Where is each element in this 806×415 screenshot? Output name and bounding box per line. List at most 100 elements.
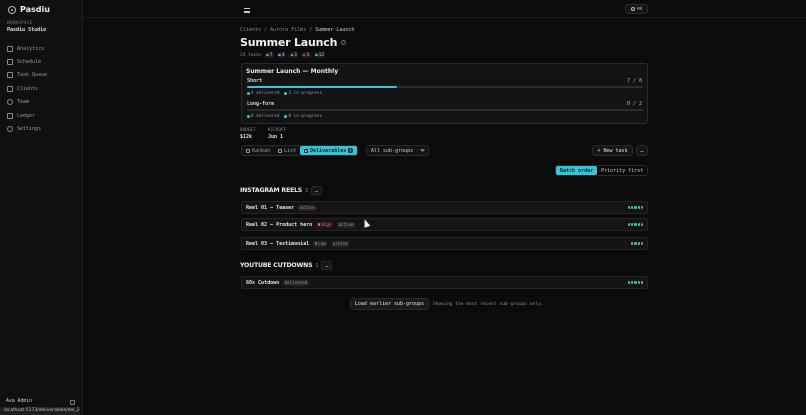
task-row[interactable]: Reel 03 — Testimonial Low active: [241, 237, 648, 250]
progress-dot: [637, 206, 640, 209]
group-count: 1: [315, 262, 319, 269]
priority-dot: [317, 223, 321, 226]
chevron-down-icon: [420, 147, 425, 152]
progress-bar: [247, 86, 643, 88]
task-name: Reel 01 — Teaser: [246, 204, 295, 211]
progress-dots: [628, 223, 643, 226]
task-stats: 24 tasks 7 4 3 3 12: [240, 52, 326, 58]
group-header: YOUTUBE CUTDOWNS 1 …: [240, 261, 333, 270]
sidebar-nav: Analytics Schedule Task Queue Clients Te…: [7, 42, 47, 136]
status-tag: active: [298, 204, 317, 211]
sidebar-item-analytics[interactable]: Analytics: [7, 42, 47, 55]
tab-deliverables[interactable]: Deliverables 4: [300, 146, 357, 155]
load-earlier-button[interactable]: Load earlier sub-groups: [350, 298, 429, 310]
progress-dot: [634, 242, 637, 245]
status-tag: active: [336, 221, 355, 228]
menu-icon[interactable]: [244, 8, 250, 13]
delivered-text: 4 delivered: [251, 91, 280, 96]
page-title: Summer Launch: [240, 36, 338, 49]
status-chip: 7: [264, 52, 274, 58]
list-icon: [278, 148, 283, 153]
search-button[interactable]: ⌘K: [625, 4, 648, 14]
breadcrumb-separator: /: [264, 27, 268, 33]
sidebar-item-label: Clients: [17, 85, 39, 92]
sidebar-item-team[interactable]: Team: [7, 96, 47, 109]
sort-batch-order[interactable]: Batch order: [556, 166, 598, 175]
tab-list[interactable]: List: [274, 146, 300, 155]
task-row[interactable]: Reel 01 — Teaser active: [241, 201, 648, 214]
sidebar-item-settings[interactable]: Settings: [7, 122, 47, 135]
kickoff-value: Jun 1: [268, 134, 284, 140]
delivered-dot: [247, 92, 250, 95]
in-progress-dot: [284, 115, 287, 118]
progress-card: Summer Launch — Monthly Short 7 / 8 4 de…: [241, 63, 648, 124]
sidebar-item-label: Analytics: [17, 45, 45, 52]
group-count: 3: [305, 187, 309, 194]
tab-kanban[interactable]: Kanban: [242, 146, 274, 155]
subgroup-select[interactable]: All sub-groups: [366, 145, 429, 156]
breadcrumb-client[interactable]: Aurora Films: [270, 27, 306, 33]
in-progress-dot: [284, 92, 287, 95]
progress-dot: [637, 223, 640, 226]
in-progress-text: 0 in progress: [288, 114, 323, 119]
group-more-button[interactable]: …: [311, 186, 323, 195]
budget-value: $12k: [240, 134, 253, 140]
status-dot: [266, 53, 269, 57]
in-progress-text: 3 in progress: [288, 91, 323, 96]
info-icon[interactable]: [341, 40, 347, 45]
task-name: 60s Cutdown: [246, 279, 280, 286]
task-row[interactable]: Reel 02 — Product hero High active: [241, 218, 648, 231]
user-name[interactable]: Ava Admin: [6, 399, 32, 404]
sidebar-item-schedule[interactable]: Schedule: [7, 55, 47, 68]
tab-count-badge: 4: [348, 148, 353, 153]
new-task-button[interactable]: + New task: [592, 145, 633, 156]
sidebar-item-label: Schedule: [17, 59, 42, 66]
progress-dot: [640, 242, 643, 245]
status-dot: [278, 53, 281, 57]
priority-text: Low: [318, 241, 326, 246]
logout-icon[interactable]: [70, 400, 75, 405]
delivered-dot: [247, 115, 250, 118]
logo[interactable]: Pasdiu: [8, 5, 50, 14]
sidebar-item-clients[interactable]: Clients: [7, 82, 47, 95]
more-actions-button[interactable]: …: [636, 145, 648, 156]
progress-dot: [628, 223, 631, 226]
app-name: Pasdiu: [20, 5, 50, 14]
priority-tag: Low: [313, 240, 328, 247]
breadcrumb-clients[interactable]: Clients: [240, 27, 261, 33]
progress-dots: [628, 206, 643, 209]
progress-dot: [634, 206, 637, 209]
progress-dot: [640, 281, 643, 284]
task-name: Reel 02 — Product hero: [246, 221, 313, 228]
progress-dot: [637, 281, 640, 284]
priority-text: High: [321, 222, 332, 227]
search-shortcut: ⌘K: [636, 6, 643, 12]
budget-label: BUDGET: [240, 128, 256, 133]
task-row[interactable]: 60s Cutdown delivered: [241, 276, 648, 289]
group-more-button[interactable]: …: [321, 261, 333, 270]
sidebar-item-ledger[interactable]: Ledger: [7, 109, 47, 122]
sidebar-item-task-queue[interactable]: Task Queue: [7, 69, 47, 82]
task-name: Reel 03 — Testimonial: [246, 240, 310, 247]
breadcrumb-separator: /: [309, 27, 313, 33]
task-count: 24 tasks: [240, 52, 262, 58]
chip-value: 12: [318, 52, 324, 58]
chip-value: 4: [281, 52, 285, 58]
load-note: Showing the most recent sub-groups only.: [433, 302, 544, 307]
view-toggle: Kanban List Deliverables 4: [241, 145, 358, 156]
kanban-icon: [246, 148, 250, 153]
workspace-label: WORKSPACE: [7, 20, 33, 25]
priority-tag: High: [316, 221, 333, 228]
sidebar-item-label: Team: [17, 99, 30, 106]
priority-dot: [314, 242, 318, 245]
group-header: INSTAGRAM REELS 3 …: [240, 186, 323, 195]
status-chip: 3: [289, 52, 299, 58]
progress-dot: [628, 281, 631, 284]
ledger-icon: [7, 112, 13, 119]
tab-label: List: [284, 147, 297, 154]
sort-priority-first[interactable]: Priority first: [597, 166, 647, 175]
title-row: Summer Launch: [240, 36, 347, 49]
chip-value: 3: [306, 52, 310, 58]
status-chip: 4: [276, 52, 287, 58]
workspace-name[interactable]: Pasdiu Studio: [7, 27, 46, 33]
